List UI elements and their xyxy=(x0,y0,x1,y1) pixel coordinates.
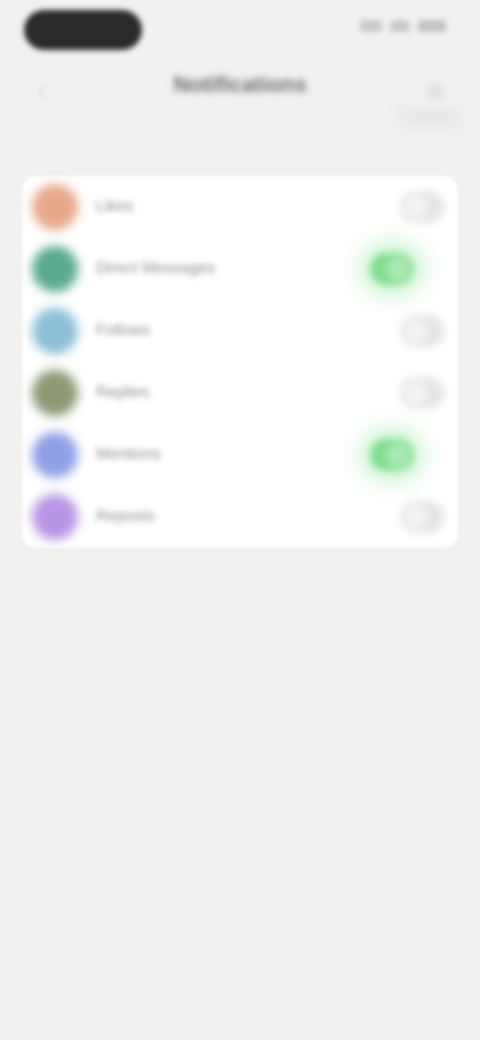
dynamic-island xyxy=(24,10,142,50)
list-item[interactable]: Likes xyxy=(22,176,458,238)
list-item[interactable]: Mentions xyxy=(22,424,458,486)
follows-icon xyxy=(32,308,78,354)
list-item[interactable]: Replies xyxy=(22,362,458,424)
messages-icon xyxy=(32,246,78,292)
likes-icon xyxy=(32,184,78,230)
list-item-label: Mentions xyxy=(96,446,161,463)
list-item-label: Reposts xyxy=(96,508,155,525)
toggle-switch[interactable] xyxy=(400,501,444,533)
reposts-icon xyxy=(32,494,78,540)
toggle-switch[interactable] xyxy=(400,191,444,223)
wifi-icon xyxy=(390,20,410,32)
status-bar xyxy=(0,0,480,60)
notifications-screen: ‹ Notifications Likes Direct Messages Fo… xyxy=(0,0,480,1040)
toggle-switch[interactable] xyxy=(400,377,444,409)
toggle-knob xyxy=(404,195,428,219)
list-item-label: Direct Messages xyxy=(96,260,216,277)
toggle-knob xyxy=(386,257,410,281)
list-item[interactable]: Follows xyxy=(22,300,458,362)
list-item-label: Follows xyxy=(96,322,151,339)
replies-icon xyxy=(32,370,78,416)
toggle-switch[interactable] xyxy=(400,315,444,347)
battery-icon xyxy=(418,20,446,32)
toggle-switch[interactable] xyxy=(370,439,414,471)
toggle-switch[interactable] xyxy=(370,253,414,285)
more-icon[interactable] xyxy=(426,82,444,100)
signal-icon xyxy=(360,20,382,32)
notification-settings-list: Likes Direct Messages Follows Replies Me… xyxy=(22,176,458,548)
header-shadow xyxy=(400,108,460,128)
toggle-knob xyxy=(404,319,428,343)
toggle-knob xyxy=(404,381,428,405)
mentions-icon xyxy=(32,432,78,478)
list-item-label: Likes xyxy=(96,198,134,215)
toggle-knob xyxy=(386,443,410,467)
list-item[interactable]: Reposts xyxy=(22,486,458,548)
list-item[interactable]: Direct Messages xyxy=(22,238,458,300)
toggle-knob xyxy=(404,505,428,529)
status-indicators xyxy=(360,20,446,32)
list-item-label: Replies xyxy=(96,384,150,401)
page-title: Notifications xyxy=(173,72,307,97)
